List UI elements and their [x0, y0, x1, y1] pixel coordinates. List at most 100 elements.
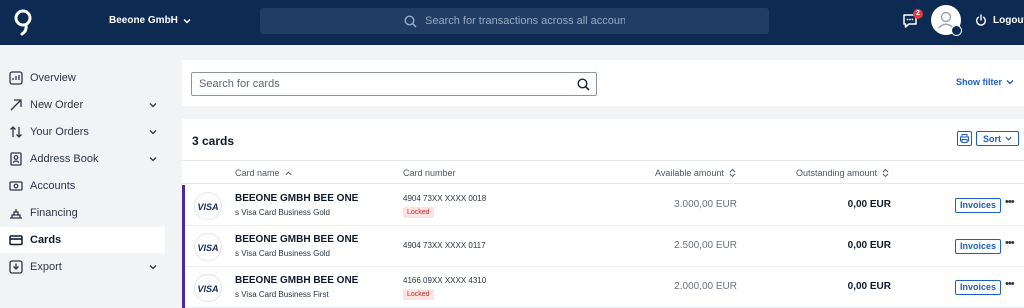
chevron-down-icon	[1006, 80, 1014, 85]
brand-logo[interactable]	[12, 8, 34, 36]
chevron-down-icon[interactable]	[149, 128, 157, 136]
sidebar-item-cards[interactable]: Cards	[0, 227, 165, 253]
outstanding-amount: 0,00 EUR	[847, 240, 891, 251]
sort-toggle-icon	[882, 168, 889, 178]
global-search-input[interactable]	[425, 15, 625, 27]
card-number: 4904 73XX XXXX 0018	[403, 194, 487, 203]
accounts-icon	[9, 181, 23, 191]
sidebar-item-your-orders[interactable]: Your Orders	[0, 119, 165, 145]
sidebar-item-accounts[interactable]: Accounts	[0, 173, 165, 199]
card-type: s Visa Card Business First	[235, 290, 329, 299]
table-row[interactable]: VISA BEEONE GMBH BEE ONE s Visa Card Bus…	[182, 185, 1024, 226]
more-options-icon[interactable]: •••	[1005, 237, 1015, 249]
chevron-down-icon[interactable]	[149, 101, 157, 109]
export-icon	[9, 260, 23, 274]
sidebar-item-address-book[interactable]: Address Book	[0, 146, 165, 172]
address-book-icon	[10, 152, 22, 166]
card-name[interactable]: BEEONE GMBH BEE ONE	[235, 234, 358, 245]
card-number: 4904 73XX XXXX 0117	[403, 241, 486, 250]
sidebar-item-export[interactable]: Export	[0, 254, 165, 280]
table-row[interactable]: VISA BEEONE GMBH BEE ONE s Visa Card Bus…	[182, 267, 1024, 308]
global-search[interactable]	[260, 8, 769, 34]
outstanding-amount: 0,00 EUR	[847, 199, 891, 210]
sidebar-item-label: New Order	[30, 99, 84, 111]
row-selected-accent	[182, 267, 185, 308]
card-brand-logo: VISA	[194, 192, 222, 220]
sidebar-item-label: Financing	[30, 207, 78, 219]
cards-table-header: Card name Card number Available amount O…	[182, 160, 1024, 184]
orders-swap-icon	[10, 126, 22, 138]
invoices-button[interactable]: Invoices	[955, 239, 1002, 254]
sidebar-item-label: Cards	[30, 234, 62, 246]
status-badge: Locked	[403, 207, 434, 218]
row-selected-accent	[182, 226, 185, 267]
card-search-button[interactable]	[570, 72, 597, 96]
column-label: Available amount	[655, 168, 724, 178]
card-name[interactable]: BEEONE GMBH BEE ONE	[235, 275, 358, 286]
chevron-down-icon	[183, 18, 191, 23]
status-badge: Locked	[403, 289, 434, 300]
card-brand-logo: VISA	[194, 274, 222, 302]
row-selected-accent	[182, 185, 185, 226]
settings-gear-icon[interactable]	[951, 25, 962, 36]
sidebar-item-financing[interactable]: Financing	[0, 200, 165, 226]
card-brand-logo: VISA	[194, 233, 222, 261]
chevron-down-icon[interactable]	[149, 155, 157, 163]
overview-icon	[9, 71, 23, 85]
show-filter-toggle[interactable]: Show filter	[956, 77, 1014, 87]
sidebar-item-label: Your Orders	[30, 126, 89, 138]
column-available-amount[interactable]: Available amount	[655, 168, 736, 178]
column-label: Card number	[403, 168, 456, 178]
card-number: 4166 09XX XXXX 4310	[403, 276, 487, 285]
sort-button[interactable]: Sort	[976, 131, 1019, 146]
invoices-button[interactable]: Invoices	[955, 280, 1002, 295]
available-amount: 2.000,00 EUR	[674, 281, 737, 292]
search-icon	[404, 14, 417, 28]
sidebar-item-overview[interactable]: Overview	[0, 65, 165, 91]
column-label: Outstanding amount	[796, 168, 878, 178]
sidebar-item-new-order[interactable]: New Order	[0, 92, 165, 118]
visa-logo-text: VISA	[197, 284, 219, 294]
financing-icon	[10, 209, 22, 219]
column-card-name[interactable]: Card name	[235, 168, 292, 178]
card-search-input[interactable]	[192, 73, 570, 95]
messages-badge: 2	[913, 9, 923, 19]
sidebar: Overview New Order Your Orders Address B…	[0, 45, 182, 308]
search-icon	[577, 78, 590, 91]
sidebar-item-label: Export	[30, 261, 62, 273]
card-name[interactable]: BEEONE GMBH BEE ONE	[235, 193, 358, 204]
outstanding-amount: 0,00 EUR	[847, 281, 891, 292]
company-name: Beeone GmbH	[109, 15, 178, 26]
card-type: s Visa Card Business Gold	[235, 208, 331, 217]
table-row[interactable]: VISA BEEONE GMBH BEE ONE s Visa Card Bus…	[182, 226, 1024, 267]
more-options-icon[interactable]: •••	[1005, 278, 1015, 290]
new-order-arrow-icon	[10, 99, 22, 111]
invoices-button[interactable]: Invoices	[955, 198, 1002, 213]
cards-icon	[9, 235, 23, 246]
sidebar-item-label: Address Book	[30, 153, 99, 165]
visa-logo-text: VISA	[197, 243, 219, 253]
more-options-icon[interactable]: •••	[1005, 196, 1015, 208]
top-bar: Beeone GmbH 2 Logout	[0, 0, 1024, 45]
sort-toggle-icon	[729, 168, 736, 178]
visa-logo-text: VISA	[197, 202, 219, 212]
sort-label: Sort	[983, 133, 1001, 144]
chevron-down-icon[interactable]	[149, 263, 157, 271]
cards-panel: 3 cards Sort Card name Card number Avail…	[182, 119, 1024, 308]
column-label: Card name	[235, 168, 280, 178]
power-icon	[976, 14, 986, 26]
logout-label: Logout	[993, 14, 1024, 26]
column-outstanding-amount[interactable]: Outstanding amount	[796, 168, 889, 178]
card-search-field[interactable]	[191, 72, 571, 96]
company-switcher[interactable]: Beeone GmbH	[109, 15, 191, 26]
show-filter-label: Show filter	[956, 77, 1003, 87]
printer-icon	[960, 134, 969, 143]
available-amount: 3.000,00 EUR	[674, 199, 737, 210]
card-type: s Visa Card Business Gold	[235, 249, 331, 258]
sidebar-item-label: Accounts	[30, 180, 76, 192]
cards-count-title: 3 cards	[192, 134, 235, 148]
sidebar-item-label: Overview	[30, 72, 76, 84]
print-button[interactable]	[957, 131, 972, 146]
column-card-number: Card number	[403, 168, 456, 178]
logout-button[interactable]: Logout	[975, 14, 1024, 26]
